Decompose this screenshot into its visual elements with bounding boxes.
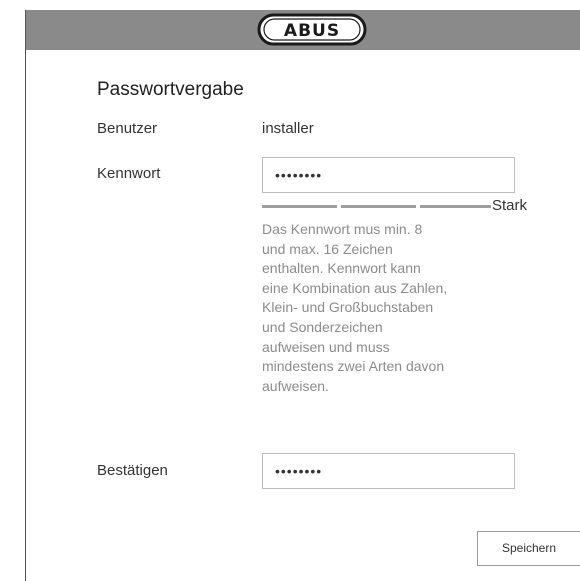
hint-line: enthalten. Kennwort kann [262, 260, 421, 277]
hint-line: aufweisen. [262, 377, 329, 394]
hint-line: und max. 16 Zeichen [262, 240, 393, 257]
save-button[interactable]: Speichern [477, 531, 580, 566]
password-strength-label: Stark [492, 197, 528, 214]
strength-bar-segment-3 [420, 205, 491, 208]
abus-logo: ABUS [257, 13, 367, 46]
hint-line: eine Kombination aus Zahlen, [262, 279, 448, 296]
password-field[interactable]: •••••••• [262, 157, 515, 193]
hint-line: Das Kennwort mus min. 8 [262, 221, 423, 237]
password-label: Kennwort [97, 165, 161, 182]
hint-line: aufweisen und muss [262, 338, 390, 355]
hint-line: Klein- und Großbuchstaben [262, 299, 434, 316]
strength-bar-segment-1 [262, 205, 337, 208]
hint-line: mindestens zwei Arten davon [262, 358, 445, 375]
user-label: Benutzer [97, 120, 158, 137]
user-value: installer [262, 120, 314, 137]
page-title: Passwortvergabe [97, 79, 244, 100]
abus-logo-text: ABUS [284, 21, 340, 41]
hint-line: und Sonderzeichen [262, 318, 383, 335]
confirm-label: Bestätigen [97, 462, 168, 479]
strength-bar-segment-2 [341, 205, 416, 208]
confirm-password-field[interactable]: •••••••• [262, 453, 515, 489]
left-border [25, 10, 26, 581]
password-setup-page: ABUS Passwortvergabe Benutzer installer … [0, 0, 580, 581]
password-hint: Das Kennwort mus min. 8 und max. 16 Zeic… [262, 220, 522, 396]
